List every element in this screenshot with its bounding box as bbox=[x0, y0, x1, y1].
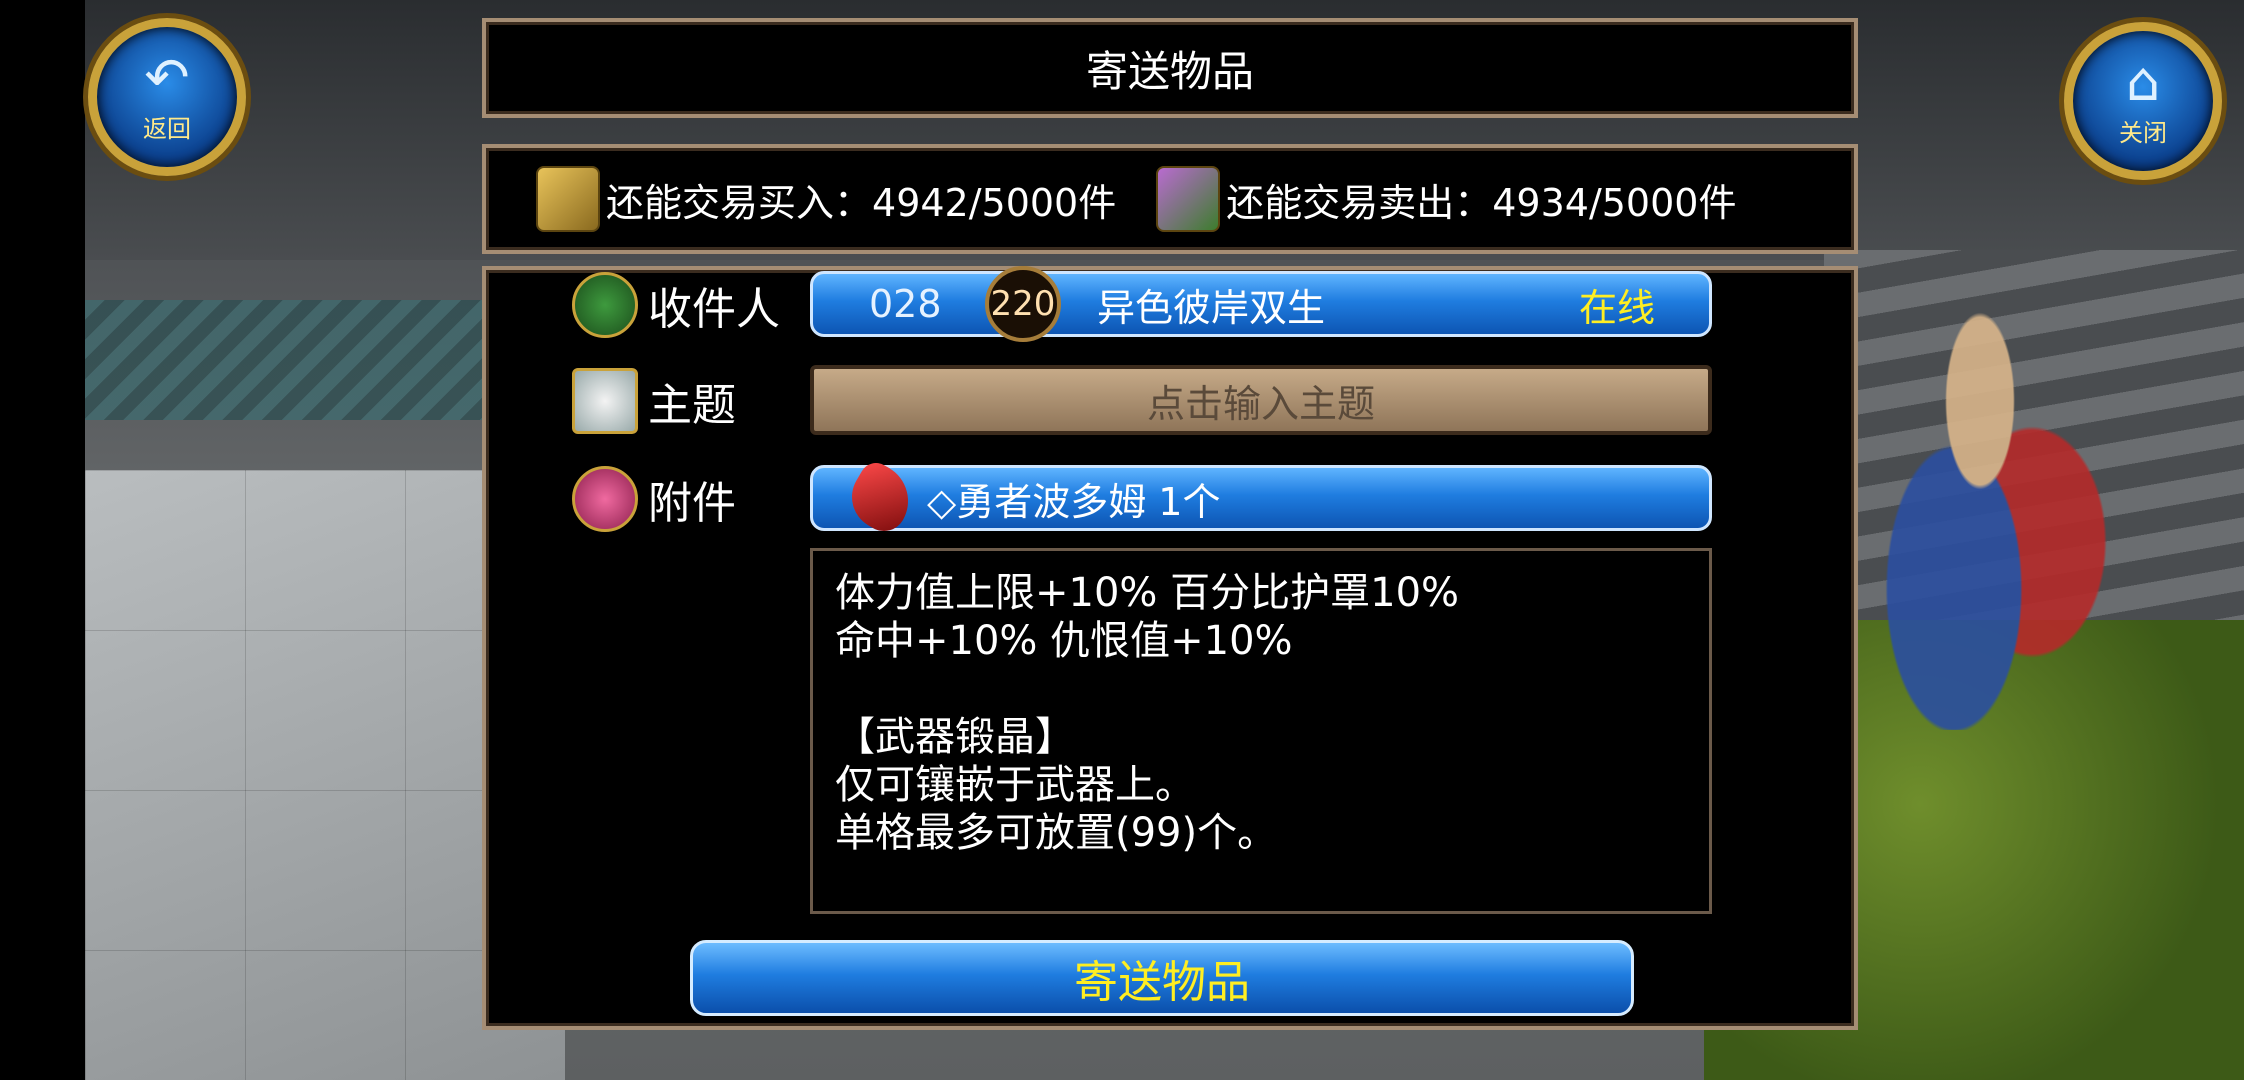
recipient-id: 028 bbox=[869, 282, 942, 326]
contacts-icon bbox=[572, 272, 638, 338]
shop-stall-icon bbox=[1156, 166, 1221, 232]
sell-quota: 还能交易卖出： 4934/5000件 bbox=[1156, 166, 1736, 232]
recipient-name: 异色彼岸双生 bbox=[1097, 285, 1326, 330]
back-arrow-icon: ↶ bbox=[144, 45, 190, 109]
trade-quota-bar: 还能交易买入： 4942/5000件 还能交易卖出： 4934/5000件 bbox=[482, 144, 1858, 254]
subject-input[interactable]: 点击输入主题 bbox=[810, 365, 1712, 435]
attachment-selector[interactable]: ◇勇者波多姆 1个 bbox=[810, 457, 1712, 539]
home-icon: ⌂ bbox=[2125, 49, 2161, 113]
send-item-dialog: 寄送物品 还能交易买入： 4942/5000件 还能交易卖出： 4934/500… bbox=[482, 18, 1858, 1030]
buy-quota-label: 还能交易买入： bbox=[606, 180, 873, 225]
subject-placeholder: 点击输入主题 bbox=[1146, 381, 1375, 426]
recipient-level-badge: 220 bbox=[985, 266, 1061, 342]
buy-quota: 还能交易买入： 4942/5000件 bbox=[536, 166, 1116, 232]
market-icon bbox=[536, 166, 600, 232]
back-button[interactable]: ↶ 返回 bbox=[88, 18, 246, 176]
dialog-title: 寄送物品 bbox=[1085, 46, 1254, 96]
recipient-label: 收件人 bbox=[648, 284, 780, 335]
recipient-selector[interactable]: 028 220 异色彼岸双生 在线 bbox=[810, 266, 1712, 342]
player-character bbox=[1850, 260, 2110, 730]
sell-quota-label: 还能交易卖出： bbox=[1226, 180, 1493, 225]
background-railing bbox=[85, 300, 505, 420]
subject-label: 主题 bbox=[648, 380, 736, 431]
close-button-label: 关闭 bbox=[2119, 118, 2167, 147]
sell-quota-value: 4934/5000件 bbox=[1492, 180, 1737, 225]
attachment-label: 附件 bbox=[648, 478, 736, 529]
send-item-button-label: 寄送物品 bbox=[1074, 957, 1250, 1008]
subject-row-label: 主题 bbox=[572, 368, 736, 434]
attachment-item-name: ◇勇者波多姆 1个 bbox=[927, 479, 1221, 524]
red-crystal-icon bbox=[840, 457, 922, 539]
recipient-row-label: 收件人 bbox=[572, 272, 780, 338]
mail-icon bbox=[572, 368, 638, 434]
recipient-online-status: 在线 bbox=[1578, 285, 1655, 330]
send-item-button[interactable]: 寄送物品 bbox=[690, 940, 1634, 1016]
item-description: 体力值上限+10% 百分比护罩10% 命中+10% 仇恨值+10% 【武器锻晶】… bbox=[810, 548, 1712, 914]
gift-icon bbox=[572, 466, 638, 532]
buy-quota-value: 4942/5000件 bbox=[872, 180, 1117, 225]
attachment-row-label: 附件 bbox=[572, 466, 736, 532]
close-button[interactable]: ⌂ 关闭 bbox=[2064, 22, 2222, 180]
dialog-title-bar: 寄送物品 bbox=[482, 18, 1858, 118]
back-button-label: 返回 bbox=[143, 114, 191, 143]
